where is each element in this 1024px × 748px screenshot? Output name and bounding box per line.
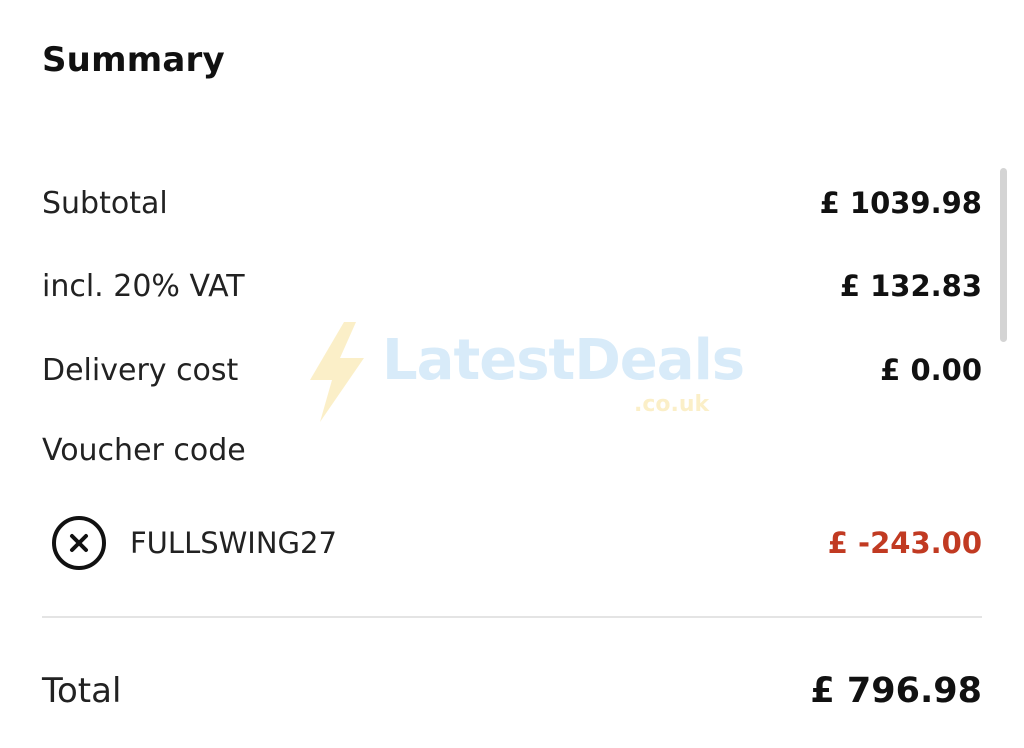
subtotal-label: Subtotal [42,185,168,221]
voucher-code-text: FULLSWING27 [130,526,337,560]
applied-voucher-row: FULLSWING27 £ -243.00 [52,516,982,570]
vat-label: incl. 20% VAT [42,268,245,304]
voucher-discount-value: £ -243.00 [827,526,982,560]
delivery-row: Delivery cost £ 0.00 [42,345,982,395]
total-value: £ 796.98 [810,671,982,711]
vat-value: £ 132.83 [839,269,982,303]
subtotal-row: Subtotal £ 1039.98 [42,178,982,228]
voucher-heading: Voucher code [42,432,246,468]
subtotal-value: £ 1039.98 [819,186,982,220]
total-divider [42,616,982,618]
close-icon [70,534,88,552]
watermark-domain: .co.uk [634,392,710,417]
scrollbar-thumb[interactable] [1000,168,1007,342]
total-row: Total £ 796.98 [42,666,982,716]
voucher-info: FULLSWING27 [52,516,337,570]
total-label: Total [42,671,122,711]
delivery-value: £ 0.00 [880,353,982,387]
voucher-heading-row: Voucher code [42,425,982,475]
delivery-label: Delivery cost [42,352,239,388]
remove-voucher-button[interactable] [52,516,106,570]
vat-row: incl. 20% VAT £ 132.83 [42,261,982,311]
summary-title: Summary [42,40,225,80]
